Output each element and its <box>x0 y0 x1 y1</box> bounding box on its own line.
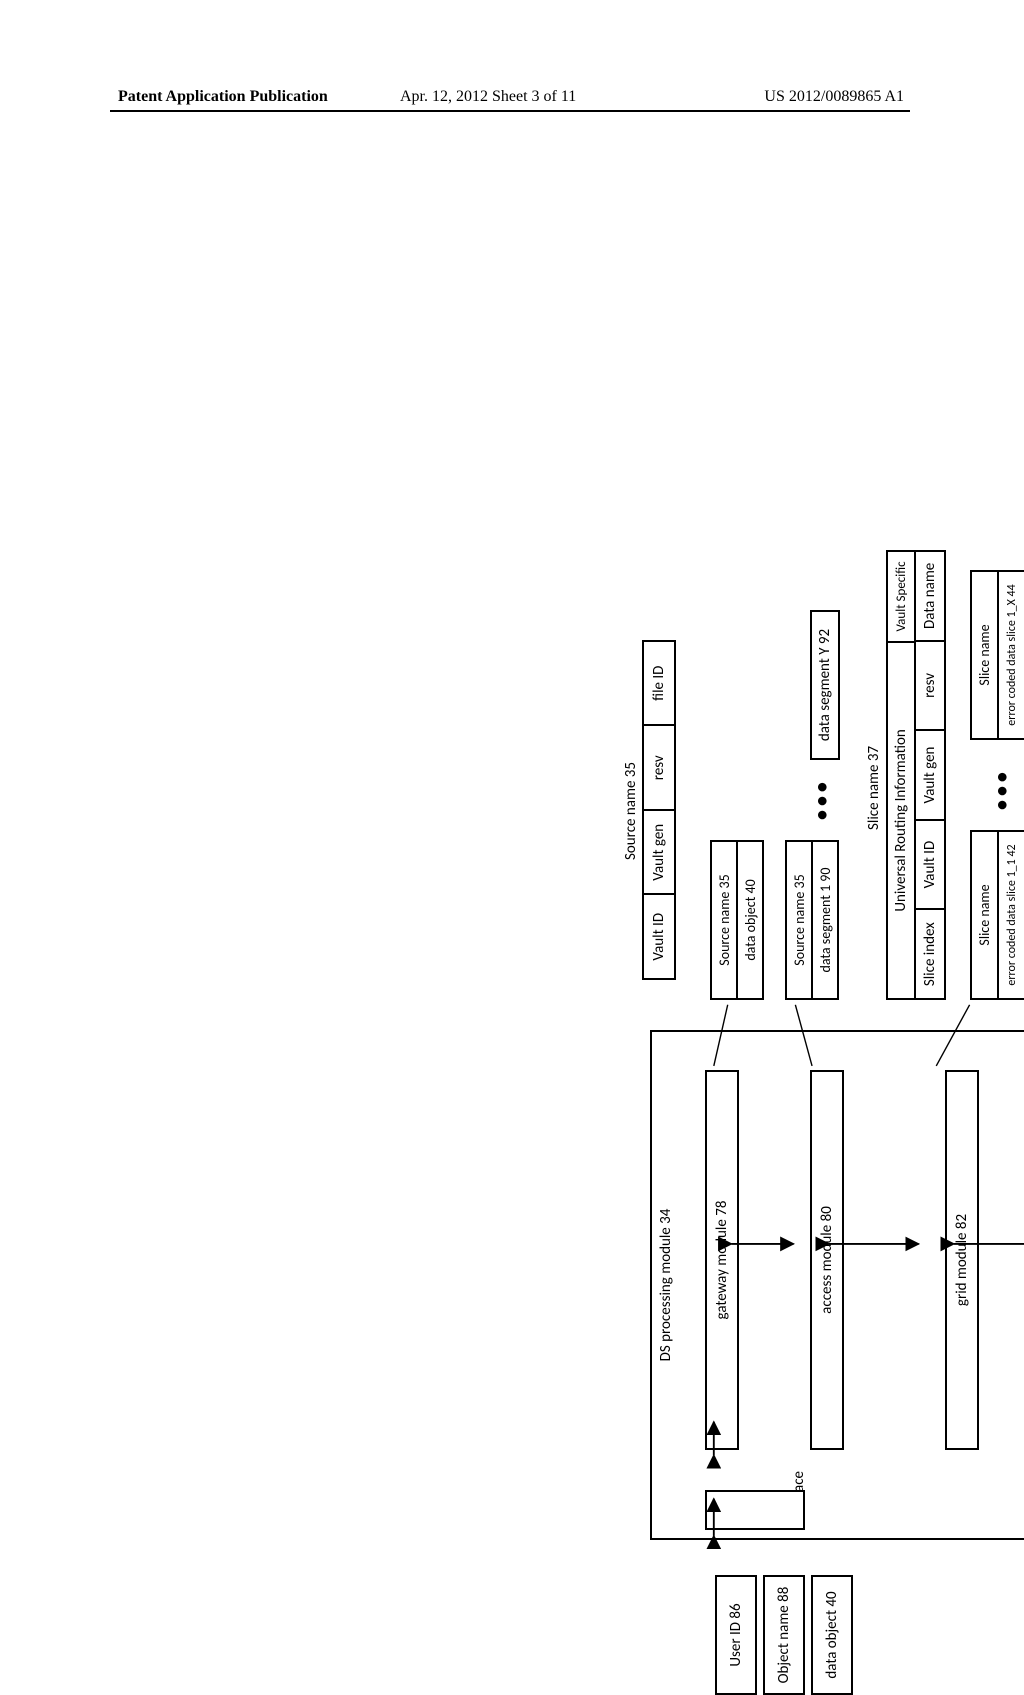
ds-module-title: DS processing module 34 <box>650 1030 680 1540</box>
object-name-box: Object name 88 <box>763 1575 805 1695</box>
user-id-box: User ID 86 <box>715 1575 757 1695</box>
gateway-module-label: gateway module 78 <box>713 1201 731 1320</box>
data-segY-label: data segment Y 92 <box>816 629 834 741</box>
diagram: DS processing module 34 interface gatewa… <box>610 520 1024 1560</box>
data-object-hdr: Source name 35 <box>712 842 738 998</box>
doc-number: US 2012/0089865 A1 <box>764 88 904 106</box>
slice-name-groups: Universal Routing Information Vault Spec… <box>886 550 916 1000</box>
ds-module-title-text: DS processing module 34 <box>657 1209 675 1362</box>
source-name-row: Vault ID Vault gen resv file ID <box>642 640 676 980</box>
data-object-box: data object 40 <box>811 1575 853 1695</box>
data-object-val: data object 40 <box>738 842 762 998</box>
source-name-title: Source name 35 <box>622 762 640 860</box>
grid-module: grid module 82 <box>945 1070 979 1450</box>
object-name-label: Object name 88 <box>775 1587 793 1684</box>
interface-box <box>705 1490 805 1530</box>
slice-1-1-val: error coded data slice 1_1 42 <box>999 832 1024 998</box>
vault-specific: Vault Specific <box>888 552 914 641</box>
pub-label: Patent Application Publication <box>118 88 328 106</box>
access-module: access module 80 <box>810 1070 844 1450</box>
file-id-cell: file ID <box>644 642 674 725</box>
sheet-label: Apr. 12, 2012 Sheet 3 of 11 <box>400 88 576 106</box>
resv-2: resv <box>916 640 944 730</box>
slice-name-title: Slice name 37 <box>865 746 883 830</box>
vault-id-2: Vault ID <box>916 819 944 909</box>
gateway-module: gateway module 78 <box>705 1070 739 1450</box>
access-module-label: access module 80 <box>818 1206 836 1314</box>
grid-module-label: grid module 82 <box>953 1214 971 1306</box>
dots-row1: ••• <box>990 768 1014 810</box>
data-seg1-val: data segment 1 90 <box>813 842 837 998</box>
header-rule <box>110 110 910 112</box>
slice-index: Slice index <box>916 908 944 998</box>
data-object-stack: Source name 35 data object 40 <box>710 840 764 1000</box>
slice-name-fields: Slice index Vault ID Vault gen resv Data… <box>916 550 946 1000</box>
user-id-label: User ID 86 <box>727 1603 745 1666</box>
input-stack: User ID 86 Object name 88 data object 40 <box>715 1575 855 1695</box>
vault-gen-cell: Vault gen <box>644 809 674 894</box>
data-segment-1: Source name 35 data segment 1 90 <box>785 840 839 1000</box>
vault-id-cell: Vault ID <box>644 894 674 979</box>
vault-gen-2: Vault gen <box>916 729 944 819</box>
slice-1-X-val: error coded data slice 1_X 44 <box>999 572 1024 738</box>
resv-cell: resv <box>644 725 674 810</box>
data-name-cell: Data name <box>916 552 944 640</box>
universal-routing: Universal Routing Information <box>888 641 914 998</box>
slice-1-1-hdr: Slice name <box>972 832 999 998</box>
slice-1-X: Slice name error coded data slice 1_X 44 <box>970 570 1024 740</box>
slice-1-1: Slice name error coded data slice 1_1 42 <box>970 830 1024 1000</box>
data-segment-Y: data segment Y 92 <box>810 610 840 760</box>
slice-1-X-hdr: Slice name <box>972 572 999 738</box>
data-object-label: data object 40 <box>823 1591 841 1678</box>
data-seg1-hdr: Source name 35 <box>787 842 813 998</box>
dots-segments: ••• <box>810 778 834 820</box>
